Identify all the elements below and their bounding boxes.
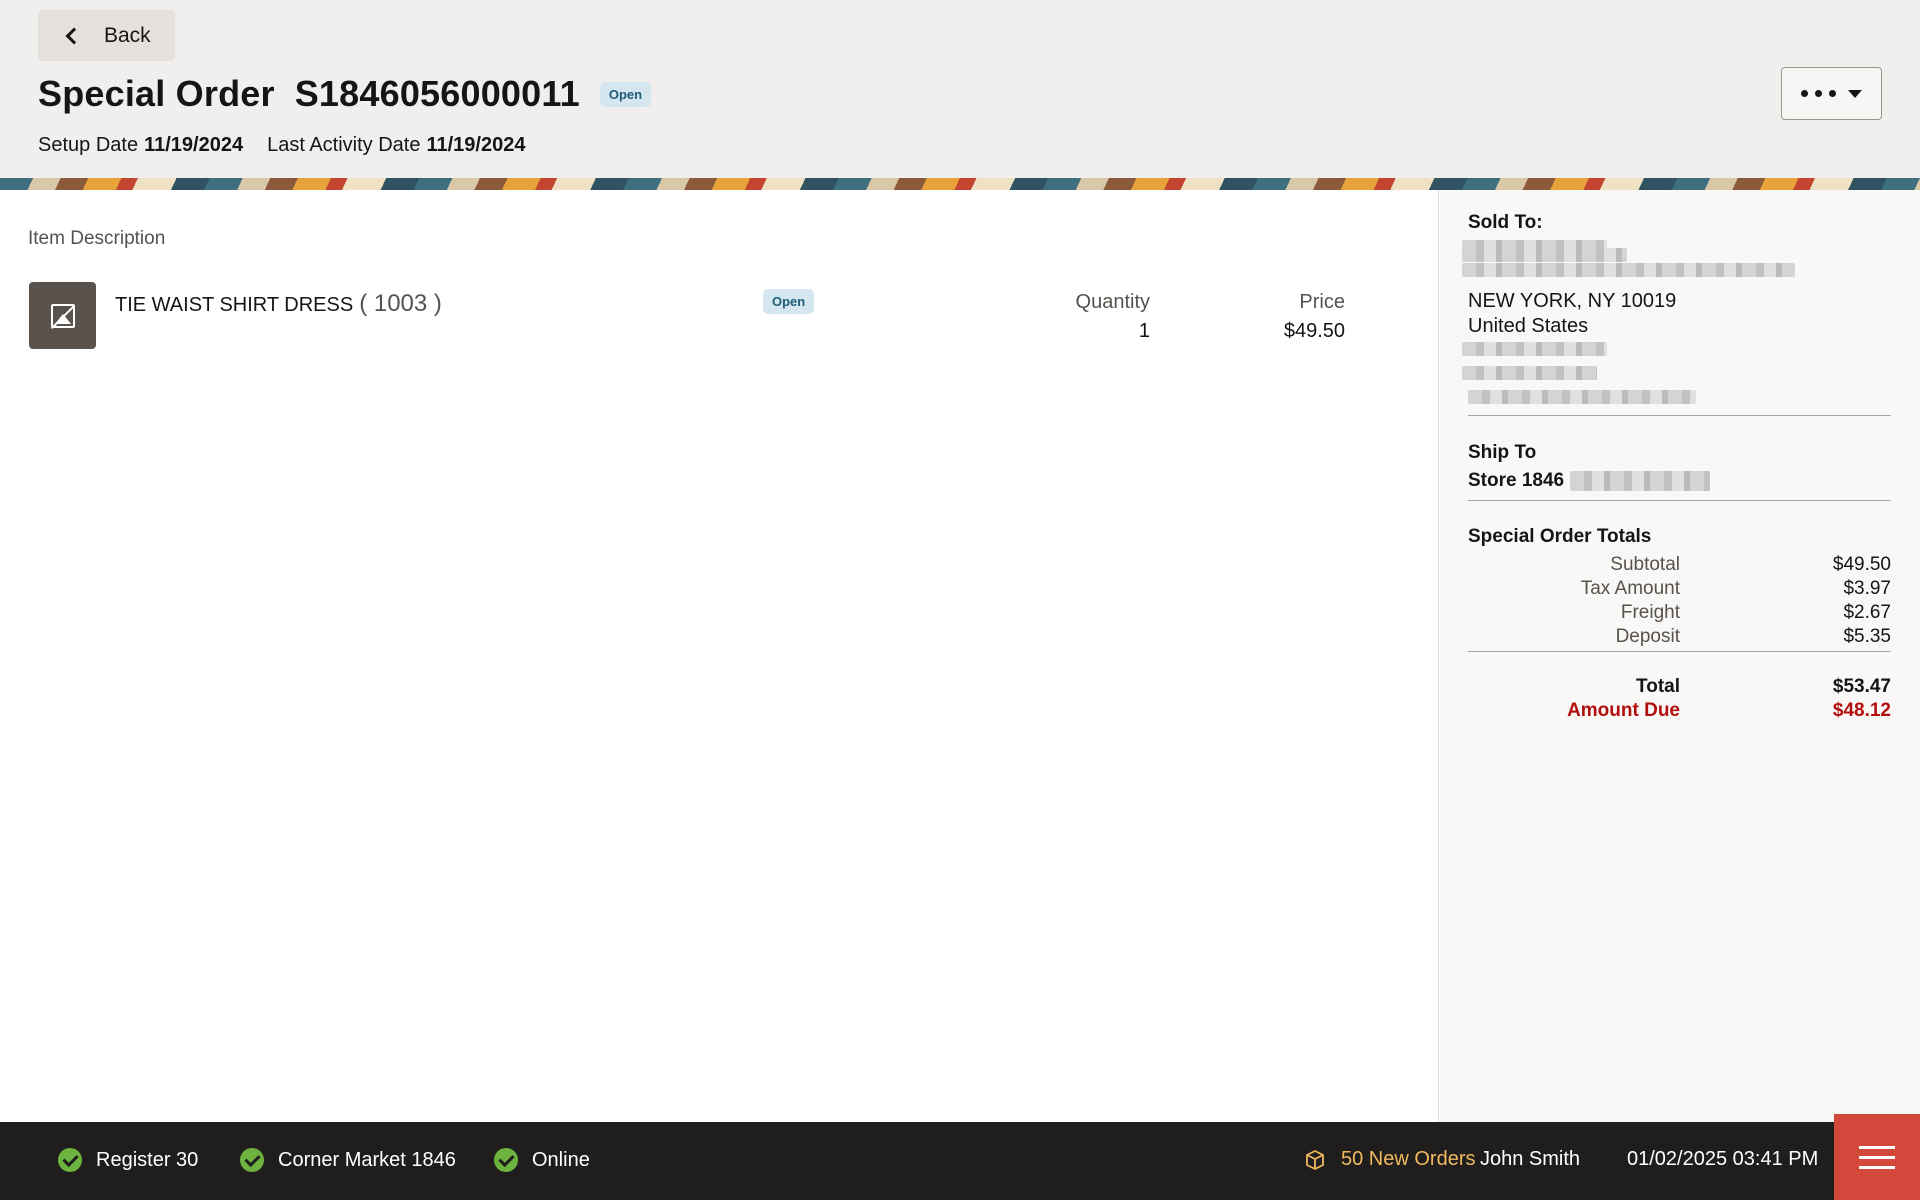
- back-button-label: Back: [104, 23, 151, 47]
- more-actions-button[interactable]: [1781, 67, 1882, 120]
- freight-value: $2.67: [1843, 602, 1891, 623]
- store-status: Corner Market 1846: [240, 1148, 456, 1172]
- back-button[interactable]: Back: [38, 10, 175, 61]
- menu-icon: [1859, 1145, 1895, 1149]
- total-label: Total: [1636, 676, 1680, 697]
- deposit-value: $5.35: [1843, 626, 1891, 647]
- redacted-phone: [1462, 342, 1607, 356]
- setup-date-value: 11/19/2024: [144, 134, 244, 156]
- quantity-label: Quantity: [1075, 291, 1150, 313]
- tax-label: Tax Amount: [1580, 578, 1680, 599]
- last-activity-value: 11/19/2024: [426, 134, 526, 156]
- order-summary-panel: Sold To: NEW YORK, NY 10019 United State…: [1440, 190, 1920, 1122]
- redacted-address-line-1: [1462, 248, 1627, 262]
- divider: [1468, 415, 1891, 416]
- total-value: $53.47: [1832, 676, 1891, 697]
- item-name: TIE WAIST SHIRT DRESS: [115, 294, 354, 316]
- date-time: 01/02/2025 03:41 PM: [1627, 1148, 1819, 1170]
- ellipsis-icon: [1801, 90, 1836, 97]
- item-description-header: Item Description: [28, 228, 166, 249]
- freight-label: Freight: [1620, 602, 1680, 623]
- check-circle-icon: [58, 1148, 82, 1172]
- order-number: S1846056000011: [294, 73, 580, 114]
- quantity-value: 1: [1138, 320, 1150, 342]
- price-label: Price: [1299, 291, 1345, 313]
- no-image-icon: [50, 303, 75, 328]
- redacted-address-line-2: [1462, 263, 1795, 277]
- divider: [1468, 500, 1891, 501]
- price-value: $49.50: [1283, 320, 1345, 342]
- sold-to-city: NEW YORK, NY 10019: [1468, 290, 1677, 312]
- tax-value: $3.97: [1843, 578, 1891, 599]
- item-code: ( 1003 ): [359, 290, 442, 317]
- connection-status: Online: [494, 1148, 590, 1172]
- register-label: Register 30: [96, 1148, 199, 1171]
- order-status-badge: Open: [599, 81, 652, 107]
- last-activity-label: Last Activity Date: [267, 134, 421, 156]
- item-thumbnail: [29, 282, 96, 349]
- connection-label: Online: [532, 1148, 590, 1171]
- user-name: John Smith: [1480, 1148, 1581, 1170]
- page-title-prefix: Special Order: [38, 73, 275, 114]
- page-header: Back Special Order S1846056000011 Open Se…: [0, 0, 1920, 178]
- status-bar: Register 30 Corner Market 1846 Online 50…: [0, 1122, 1920, 1200]
- redacted-email: [1468, 390, 1696, 404]
- check-circle-icon: [494, 1148, 518, 1172]
- check-circle-icon: [240, 1148, 264, 1172]
- register-status: Register 30: [58, 1148, 198, 1172]
- redacted-store-name: [1570, 471, 1710, 491]
- ship-to-store: Store 1846: [1468, 470, 1565, 491]
- amount-due-label: Amount Due: [1567, 700, 1680, 721]
- package-icon: [1306, 1149, 1324, 1170]
- chevron-left-icon: [65, 27, 83, 44]
- subtotal-label: Subtotal: [1610, 554, 1680, 575]
- amount-due-value: $48.12: [1832, 700, 1891, 721]
- totals-label: Special Order Totals: [1468, 526, 1652, 547]
- item-status-badge: Open: [763, 289, 815, 314]
- page-title: Special Order S1846056000011 Open: [38, 70, 652, 118]
- caret-down-icon: [1848, 89, 1862, 98]
- ship-to-label: Ship To: [1468, 442, 1537, 463]
- sold-to-label: Sold To:: [1468, 212, 1543, 233]
- divider: [1468, 651, 1891, 652]
- order-dates: Setup Date 11/19/2024 Last Activity Date 1…: [38, 134, 525, 157]
- decorative-banner: [0, 178, 1920, 190]
- redacted-phone-2: [1462, 366, 1597, 380]
- store-label: Corner Market 1846: [278, 1148, 456, 1171]
- sold-to-country: United States: [1468, 315, 1589, 337]
- subtotal-value: $49.50: [1832, 554, 1891, 575]
- deposit-label: Deposit: [1615, 626, 1680, 647]
- item-list-panel: Item Description TIE WAIST SHIRT DRESS (…: [0, 190, 1439, 1122]
- new-orders-link[interactable]: 50 New Orders: [1305, 1148, 1476, 1171]
- setup-date-label: Setup Date: [38, 134, 139, 156]
- new-orders-label: 50 New Orders: [1341, 1148, 1476, 1170]
- hamburger-menu-button[interactable]: [1834, 1114, 1920, 1200]
